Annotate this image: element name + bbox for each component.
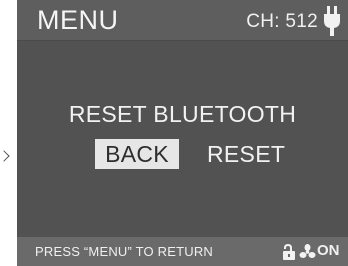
channel-readout: CH: 512 (246, 11, 318, 32)
page-title: MENU (37, 5, 119, 35)
status-footer: PRESS “MENU” TO RETURN ON (17, 237, 348, 266)
plug-icon (324, 6, 340, 36)
fan-state-label: ON (317, 242, 340, 259)
fan-icon (299, 244, 316, 258)
device-screen: MENU CH: 512 RESET BLUETOOTH BACK RESET … (17, 0, 348, 266)
reset-button[interactable]: RESET (207, 139, 285, 169)
dialog-headline: RESET BLUETOOTH (68, 101, 297, 127)
return-hint: PRESS “MENU” TO RETURN (35, 244, 213, 259)
back-button[interactable]: BACK (95, 139, 179, 169)
dialog-area: RESET BLUETOOTH BACK RESET (17, 41, 348, 237)
menu-header: MENU CH: 512 (17, 0, 348, 41)
unlocked-padlock-icon (283, 244, 295, 260)
edge-tick (0, 150, 10, 162)
